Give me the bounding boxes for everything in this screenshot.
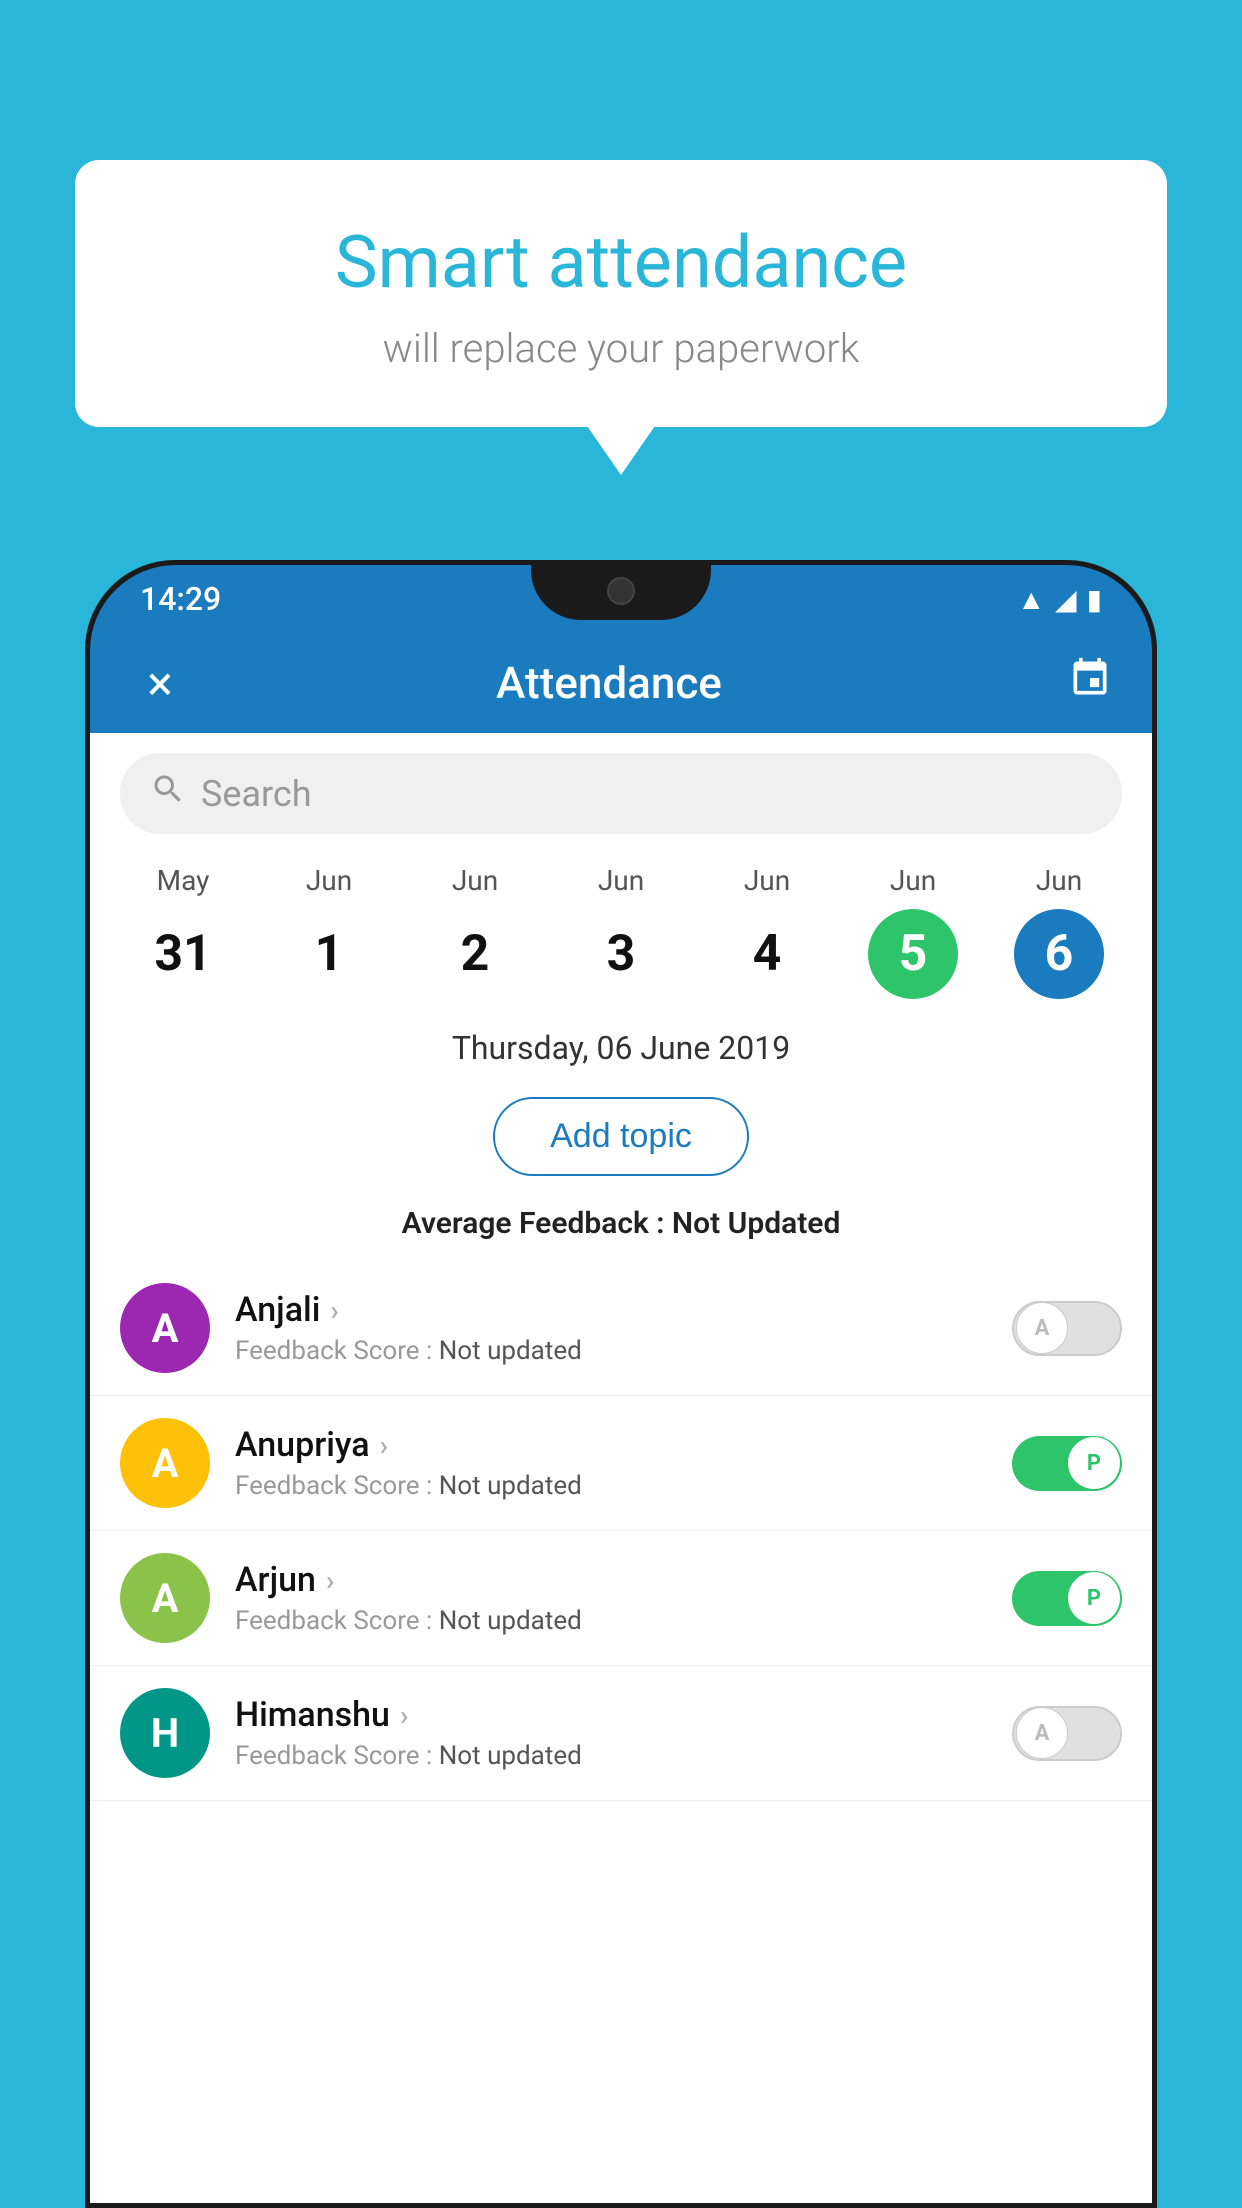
student-row[interactable]: A Anupriya › Feedback Score : Not updated P [90, 1396, 1152, 1531]
chevron-icon: › [400, 1699, 408, 1732]
toggle-knob: A [1016, 1302, 1068, 1354]
app-bar: × Attendance [90, 633, 1152, 733]
cal-day-2[interactable]: Jun 2 [415, 864, 535, 999]
cal-day-3[interactable]: Jun 3 [561, 864, 681, 999]
student-row[interactable]: A Anjali › Feedback Score : Not updated A [90, 1261, 1152, 1396]
average-feedback: Average Feedback : Not Updated [90, 1196, 1152, 1261]
cal-month-label: May [157, 864, 210, 897]
student-feedback: Feedback Score : Not updated [235, 1606, 987, 1636]
student-row[interactable]: H Himanshu › Feedback Score : Not updated A [90, 1666, 1152, 1801]
student-info: Arjun › Feedback Score : Not updated [235, 1560, 987, 1636]
phone-frame: 14:29 ▲ ◢ ▮ × Attendance [85, 560, 1157, 2208]
front-camera [607, 577, 635, 605]
chevron-icon: › [380, 1429, 388, 1462]
signal-icon: ◢ [1055, 583, 1077, 616]
student-feedback: Feedback Score : Not updated [235, 1336, 987, 1366]
cal-day-4[interactable]: Jun 4 [707, 864, 827, 999]
student-feedback: Feedback Score : Not updated [235, 1471, 987, 1501]
calendar-strip: May 31 Jun 1 Jun 2 Jun 3 Jun 4 Jun 5 Jun 6 [90, 854, 1152, 1019]
student-info: Anupriya › Feedback Score : Not updated [235, 1425, 987, 1501]
attendance-toggle[interactable]: A [1012, 1706, 1122, 1761]
bubble-subtitle: will replace your paperwork [125, 325, 1117, 372]
student-row[interactable]: A Arjun › Feedback Score : Not updated P [90, 1531, 1152, 1666]
student-feedback: Feedback Score : Not updated [235, 1741, 987, 1771]
student-name: Himanshu › [235, 1695, 987, 1735]
cal-date-number: 1 [284, 909, 374, 999]
cal-month-label: Jun [890, 864, 936, 897]
avg-feedback-value: Not Updated [672, 1206, 840, 1241]
student-name: Arjun › [235, 1560, 987, 1600]
toggle-knob: P [1068, 1572, 1120, 1624]
cal-date-number: 4 [722, 909, 812, 999]
cal-month-label: Jun [452, 864, 498, 897]
chevron-icon: › [330, 1294, 338, 1327]
search-input-wrap[interactable]: Search [120, 753, 1122, 834]
wifi-icon: ▲ [1017, 583, 1045, 616]
cal-date-number: 3 [576, 909, 666, 999]
speech-bubble-container: Smart attendance will replace your paper… [75, 160, 1167, 427]
avatar: H [120, 1688, 210, 1778]
bubble-title: Smart attendance [125, 220, 1117, 305]
toggle-knob: P [1068, 1437, 1120, 1489]
cal-month-label: Jun [598, 864, 644, 897]
search-bar: Search [90, 733, 1152, 854]
student-name: Anupriya › [235, 1425, 987, 1465]
status-time: 14:29 [140, 580, 221, 618]
battery-icon: ▮ [1087, 583, 1102, 616]
status-icons: ▲ ◢ ▮ [1017, 583, 1102, 616]
attendance-toggle[interactable]: P [1012, 1436, 1122, 1491]
speech-bubble: Smart attendance will replace your paper… [75, 160, 1167, 427]
phone-notch [531, 565, 711, 620]
cal-day-1[interactable]: Jun 1 [269, 864, 389, 999]
cal-month-label: Jun [306, 864, 352, 897]
search-placeholder: Search [201, 773, 312, 815]
avatar: A [120, 1553, 210, 1643]
app-bar-title: Attendance [150, 657, 1068, 709]
attendance-toggle[interactable]: A [1012, 1301, 1122, 1356]
screen-content: Search May 31 Jun 1 Jun 2 Jun 3 Jun 4 Jun 5 Jun 6 Thu… [90, 733, 1152, 2203]
cal-date-number: 6 [1014, 909, 1104, 999]
add-topic-button[interactable]: Add topic [493, 1097, 749, 1176]
avatar: A [120, 1418, 210, 1508]
phone-inner: 14:29 ▲ ◢ ▮ × Attendance [90, 565, 1152, 2203]
avg-feedback-label: Average Feedback : [402, 1206, 665, 1241]
student-list: AAnjali ›Feedback Score : Not updatedAAA… [90, 1261, 1152, 1801]
cal-day-6[interactable]: Jun 6 [999, 864, 1119, 999]
calendar-icon[interactable] [1068, 656, 1112, 711]
cal-day-0[interactable]: May 31 [123, 864, 243, 999]
chevron-icon: › [326, 1564, 334, 1597]
cal-month-label: Jun [1036, 864, 1082, 897]
cal-date-number: 2 [430, 909, 520, 999]
student-info: Himanshu › Feedback Score : Not updated [235, 1695, 987, 1771]
selected-date: Thursday, 06 June 2019 [90, 1019, 1152, 1077]
cal-date-number: 31 [138, 909, 228, 999]
cal-date-number: 5 [868, 909, 958, 999]
student-info: Anjali › Feedback Score : Not updated [235, 1290, 987, 1366]
toggle-knob: A [1016, 1707, 1068, 1759]
attendance-toggle[interactable]: P [1012, 1571, 1122, 1626]
search-icon [150, 771, 186, 816]
avatar: A [120, 1283, 210, 1373]
cal-month-label: Jun [744, 864, 790, 897]
student-name: Anjali › [235, 1290, 987, 1330]
cal-day-5[interactable]: Jun 5 [853, 864, 973, 999]
